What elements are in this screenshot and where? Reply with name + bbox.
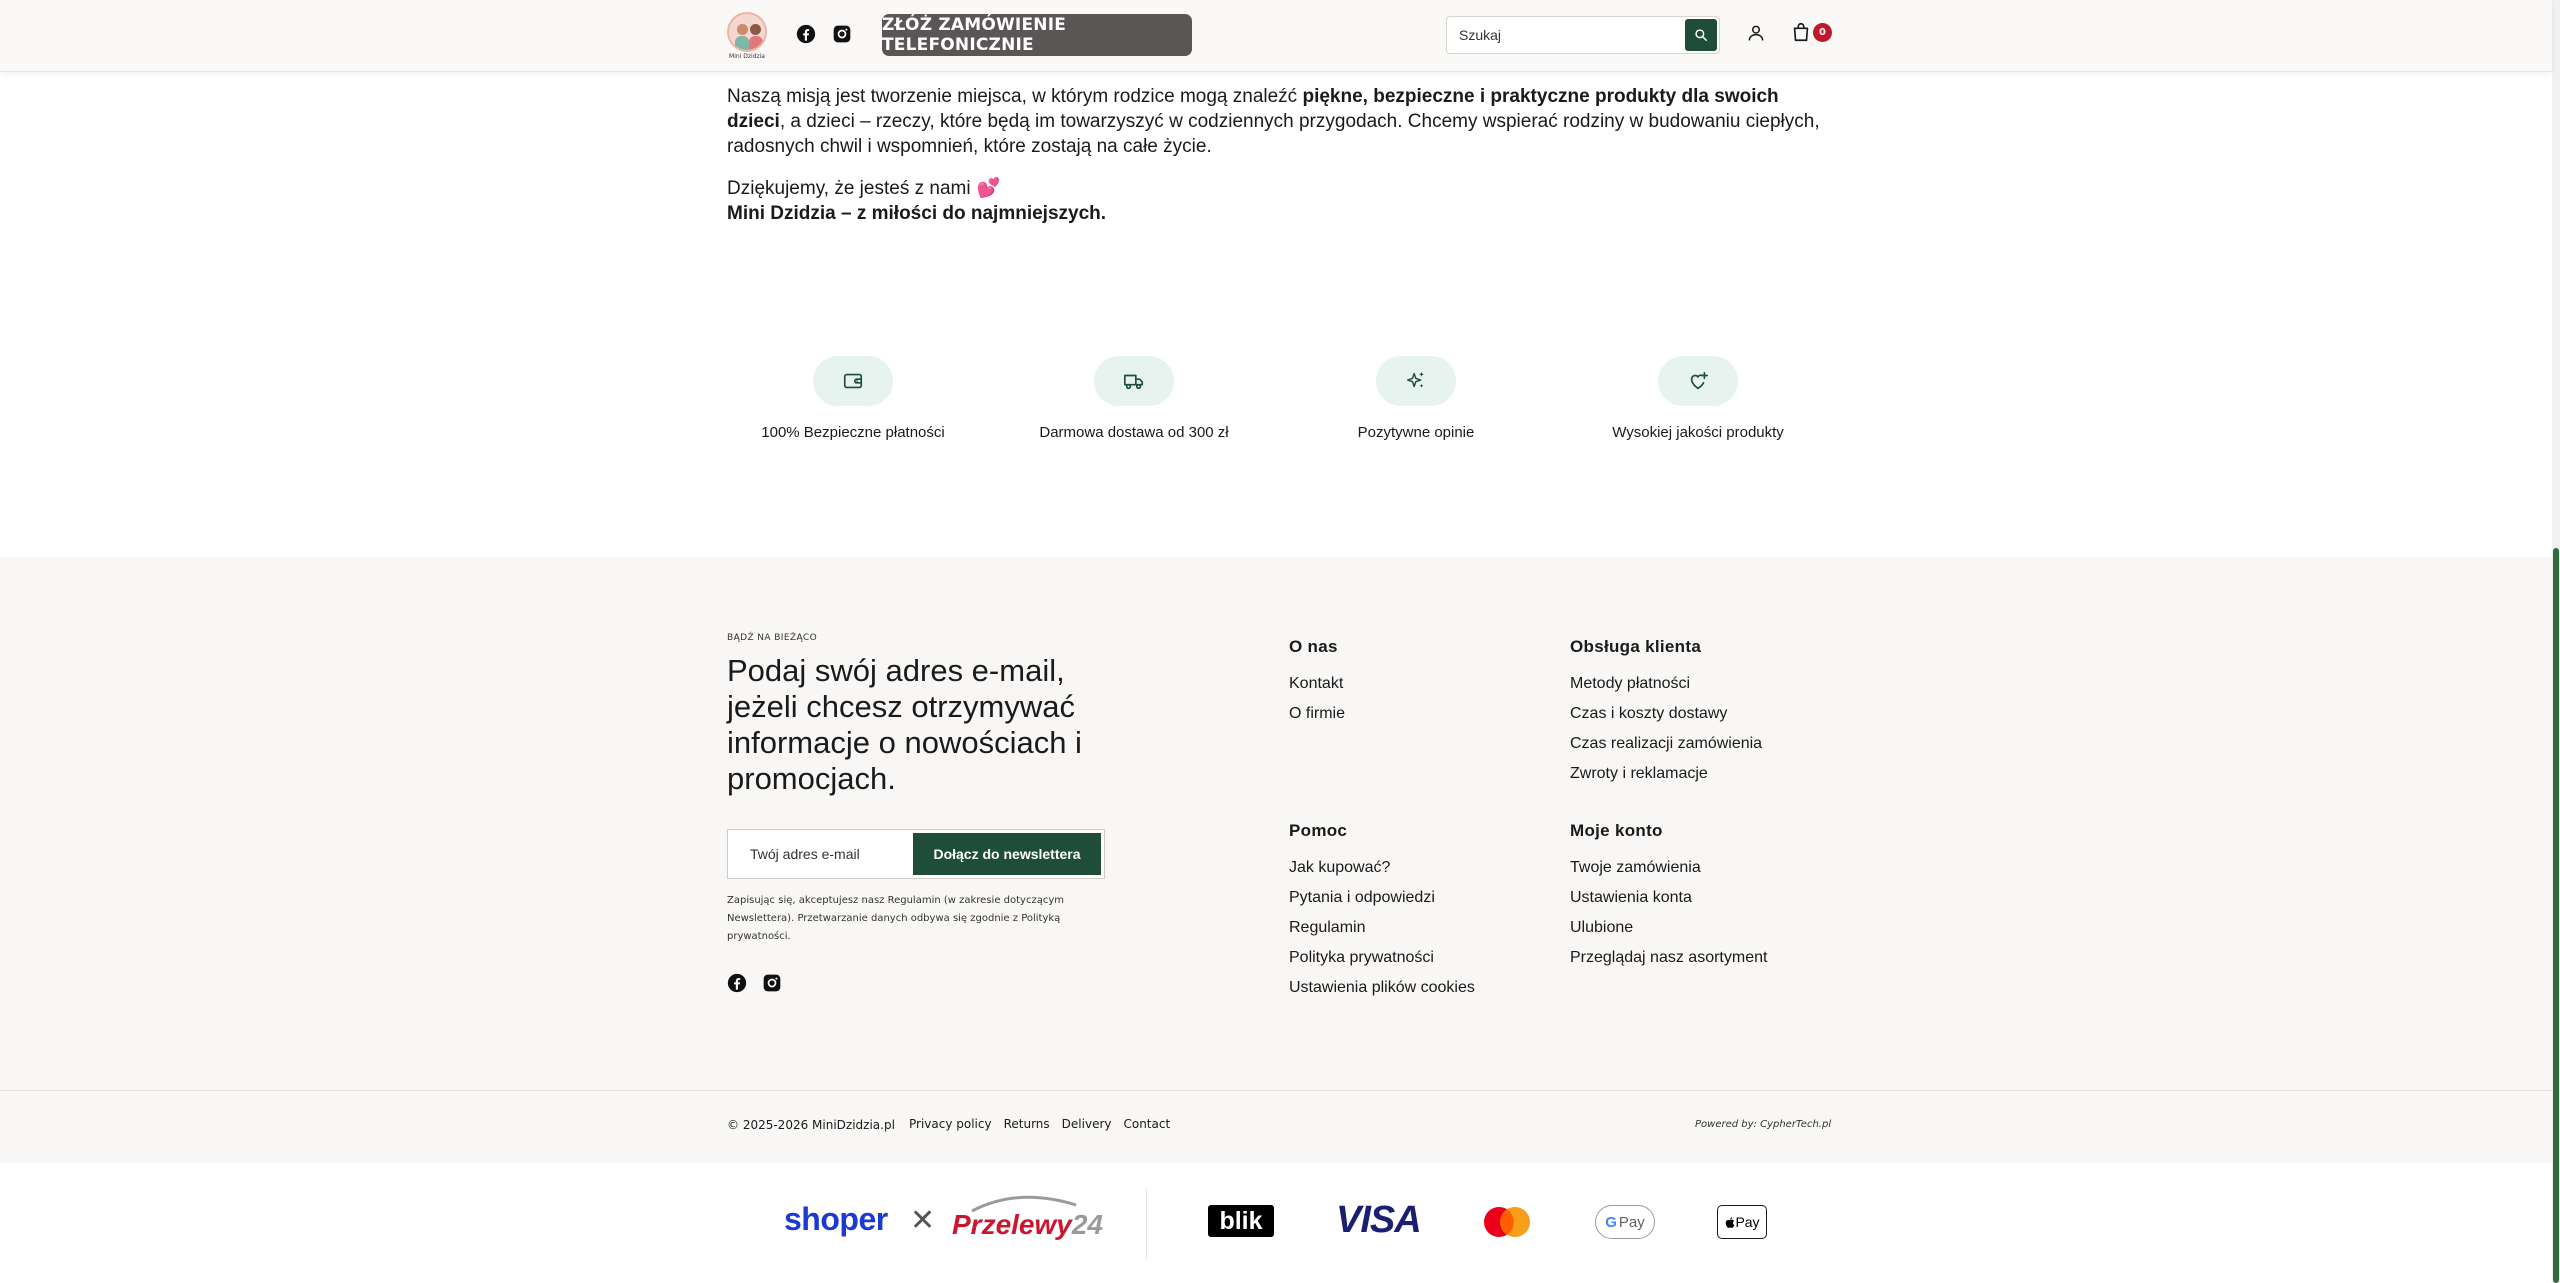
- search-input[interactable]: [1459, 17, 1679, 53]
- footer-divider: [0, 1090, 2552, 1091]
- cart-icon[interactable]: [1790, 20, 1812, 44]
- search-button[interactable]: [1685, 19, 1717, 51]
- footer-link-browse[interactable]: Przeglądaj nasz asortyment: [1570, 948, 1767, 968]
- footer-link-faq[interactable]: Pytania i odpowiedzi: [1289, 888, 1475, 908]
- footer-link-orders[interactable]: Twoje zamówienia: [1570, 858, 1767, 878]
- newsletter-consent-note: Zapisując się, akceptujesz nasz Regulami…: [727, 895, 1064, 942]
- footer-link-order-time[interactable]: Czas realizacji zamówienia: [1570, 734, 1762, 754]
- column-title: Obsługa klienta: [1570, 637, 1702, 656]
- shoper-logo: shoper: [784, 1201, 888, 1237]
- search-box: [1446, 16, 1720, 54]
- bottom-link-delivery[interactable]: Delivery: [1062, 1117, 1112, 1131]
- logo-image: [727, 12, 767, 52]
- feature-positive-reviews: Pozytywne opinie: [1286, 356, 1546, 441]
- feature-quality-products: Wysokiej jakości produkty: [1568, 356, 1828, 441]
- mastercard-logo: [1484, 1207, 1530, 1237]
- powered-by[interactable]: Powered by: CypherTech.pl: [1695, 1119, 1831, 1130]
- footer-link-returns[interactable]: Zwroty i reklamacje: [1570, 764, 1762, 784]
- feature-label: 100% Bezpieczne płatności: [761, 424, 945, 441]
- payment-methods-bar: shoper ✕ Przelewy24 blik VISA G Pay Pay: [0, 1163, 2552, 1283]
- scrollbar-thumb[interactable]: [2553, 548, 2559, 1283]
- instagram-icon[interactable]: [832, 24, 852, 44]
- footer-link-favorites[interactable]: Ulubione: [1570, 918, 1767, 938]
- footer-column-my-account: Moje konto Twoje zamówienia Ustawienia k…: [1570, 821, 1767, 978]
- signature: Mini Dzidzia – z miłości do najmniejszyc…: [727, 203, 1107, 224]
- newsletter-kicker: BĄDŹ NA BIEŻĄCO: [727, 633, 818, 643]
- wallet-icon: [843, 373, 863, 389]
- newsletter-email-input[interactable]: [750, 830, 910, 878]
- heart-plus-icon: [1690, 371, 1708, 390]
- feature-free-delivery: Darmowa dostawa od 300 zł: [1004, 356, 1264, 441]
- column-title: O nas: [1289, 637, 1338, 656]
- footer-link-cookies[interactable]: Ustawienia plików cookies: [1289, 978, 1475, 998]
- cross-icon: ✕: [910, 1203, 936, 1238]
- feature-label: Pozytywne opinie: [1357, 424, 1475, 441]
- google-pay-logo: G Pay: [1595, 1205, 1655, 1239]
- visa-logo: VISA: [1336, 1199, 1422, 1241]
- payments-divider: [1146, 1189, 1147, 1259]
- facebook-icon[interactable]: [727, 973, 747, 993]
- feature-label: Wysokiej jakości produkty: [1612, 424, 1784, 441]
- footer-bottom-links: Privacy policy Returns Delivery Contact: [909, 1117, 1170, 1131]
- thanks-paragraph: Dziękujemy, że jesteś z nami 💕 Mini Dzidzi…: [727, 178, 1107, 224]
- column-title: Moje konto: [1570, 821, 1663, 840]
- user-icon[interactable]: [1746, 22, 1766, 44]
- przelewy24-logo: Przelewy24: [952, 1193, 1103, 1243]
- bottom-link-contact[interactable]: Contact: [1123, 1117, 1170, 1131]
- blik-logo: blik: [1208, 1205, 1274, 1237]
- apple-pay-logo: Pay: [1717, 1205, 1767, 1239]
- search-icon: [1695, 29, 1707, 41]
- newsletter-subscribe-button[interactable]: Dołącz do newslettera: [913, 833, 1101, 875]
- footer-link-contact[interactable]: Kontakt: [1289, 674, 1345, 694]
- sparkles-icon: [1407, 371, 1424, 388]
- footer-link-account-settings[interactable]: Ustawienia konta: [1570, 888, 1767, 908]
- facebook-icon[interactable]: [796, 24, 816, 44]
- logo-caption: Mini Dzidzia: [729, 53, 765, 60]
- phone-order-button[interactable]: ZŁÓŻ ZAMÓWIENIE TELEFONICZNIE: [882, 14, 1192, 56]
- bottom-link-returns[interactable]: Returns: [1004, 1117, 1050, 1131]
- footer-link-privacy[interactable]: Polityka prywatności: [1289, 948, 1475, 968]
- site-footer: BĄDŹ NA BIEŻĄCO Podaj swój adres e-mail,…: [0, 557, 2552, 1163]
- column-title: Pomoc: [1289, 821, 1348, 840]
- footer-link-payment-methods[interactable]: Metody płatności: [1570, 674, 1762, 694]
- footer-column-about: O nas Kontakt O firmie: [1289, 637, 1345, 734]
- footer-column-help: Pomoc Jak kupować? Pytania i odpowiedzi …: [1289, 821, 1475, 1008]
- bottom-link-privacy[interactable]: Privacy policy: [909, 1117, 992, 1131]
- footer-column-customer-service: Obsługa klienta Metody płatności Czas i …: [1570, 637, 1762, 794]
- newsletter-form: Dołącz do newslettera: [727, 829, 1105, 879]
- feature-secure-payments: 100% Bezpieczne płatności: [723, 356, 983, 441]
- footer-link-company[interactable]: O firmie: [1289, 704, 1345, 724]
- hearts-icon: 💕: [976, 178, 1001, 199]
- feature-label: Darmowa dostawa od 300 zł: [1039, 424, 1229, 441]
- footer-link-terms[interactable]: Regulamin: [1289, 918, 1475, 938]
- newsletter-title: Podaj swój adres e-mail, jeżeli chcesz o…: [727, 653, 1082, 796]
- about-article: Naszą misją jest tworzenie miejsca, w kt…: [727, 84, 1827, 226]
- site-header: Mini Dzidzia ZŁÓŻ ZAMÓWIENIE TELEFONICZN…: [0, 0, 2552, 72]
- mission-paragraph: Naszą misją jest tworzenie miejsca, w kt…: [727, 86, 1820, 157]
- instagram-icon[interactable]: [762, 973, 782, 993]
- footer-link-how-to-buy[interactable]: Jak kupować?: [1289, 858, 1475, 878]
- logo[interactable]: Mini Dzidzia: [727, 12, 767, 60]
- cart-count-badge: 0: [1813, 23, 1832, 42]
- page-scrollbar[interactable]: [2552, 0, 2560, 1283]
- truck-icon: [1124, 374, 1144, 390]
- copyright: © 2025-2026 MiniDzidzia.pl: [727, 1118, 895, 1132]
- apple-icon: [1726, 1216, 1735, 1228]
- footer-link-delivery-costs[interactable]: Czas i koszty dostawy: [1570, 704, 1762, 724]
